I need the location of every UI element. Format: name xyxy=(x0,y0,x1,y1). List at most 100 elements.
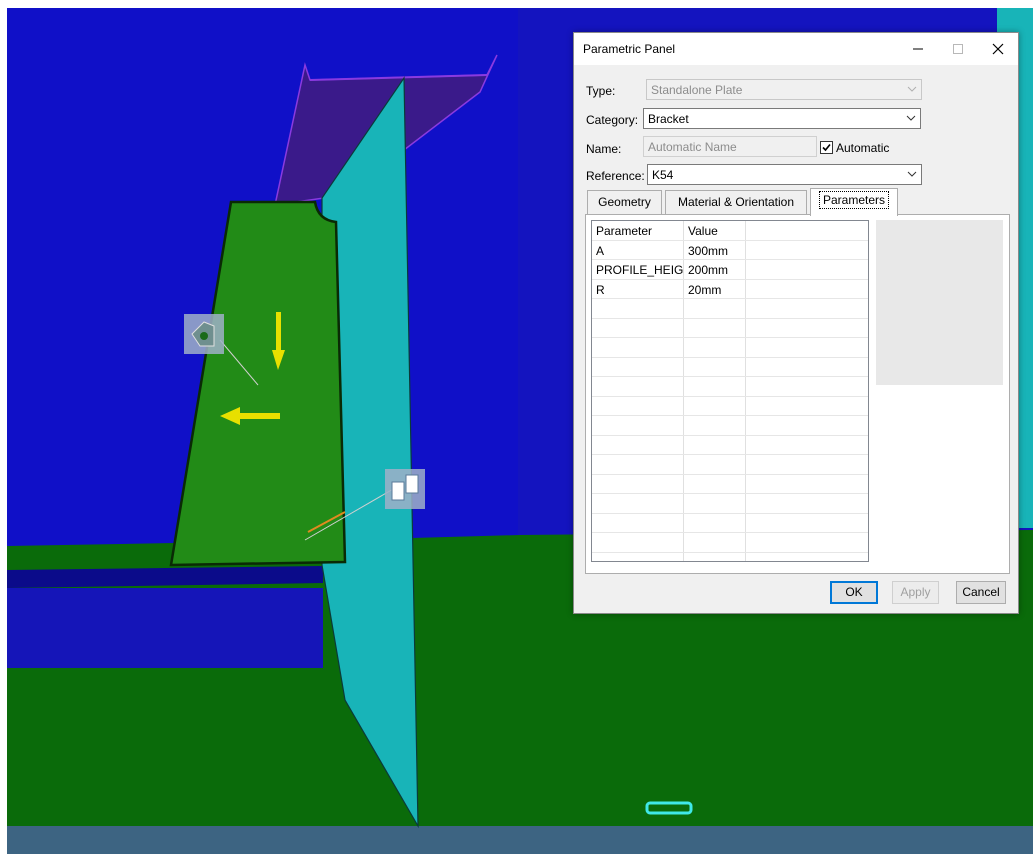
parametric-panel-dialog: Parametric Panel Type: Standalone Plate … xyxy=(573,32,1019,614)
empty-cell xyxy=(746,319,868,338)
empty-cell xyxy=(746,455,868,474)
empty-cell xyxy=(592,396,684,415)
value-cell[interactable]: 200mm xyxy=(684,260,746,279)
empty-cell xyxy=(684,377,746,396)
empty-cell xyxy=(592,533,684,552)
empty-cell xyxy=(592,318,684,337)
table-row-empty xyxy=(592,552,868,562)
ok-button[interactable]: OK xyxy=(830,581,878,604)
reference-select[interactable]: K54 xyxy=(647,164,922,185)
table-row-empty xyxy=(592,357,868,377)
plate-handle-icon xyxy=(385,469,425,509)
cancel-button[interactable]: Cancel xyxy=(956,581,1006,604)
close-icon xyxy=(992,43,1004,55)
category-select[interactable]: Bracket xyxy=(643,108,921,129)
parameters-table[interactable]: Parameter Value A 300mm PROFILE_HEIG... … xyxy=(591,220,869,562)
table-row[interactable]: A 300mm xyxy=(592,240,868,260)
empty-cell xyxy=(684,318,746,337)
empty-cell xyxy=(746,494,868,513)
name-label: Name: xyxy=(586,142,622,156)
side-preview-pane xyxy=(876,220,1003,385)
table-row-empty xyxy=(592,435,868,455)
dialog-title: Parametric Panel xyxy=(583,42,676,56)
empty-cell xyxy=(592,299,684,318)
apply-button[interactable]: Apply xyxy=(892,581,939,604)
maximize-button xyxy=(938,33,978,65)
parameter-cell: A xyxy=(592,240,684,259)
empty-cell xyxy=(684,338,746,357)
empty-cell xyxy=(746,299,868,318)
empty-cell xyxy=(592,552,684,561)
column-header-empty xyxy=(746,221,868,240)
empty-cell xyxy=(746,514,868,533)
title-bar[interactable]: Parametric Panel xyxy=(574,33,1018,65)
minimize-button[interactable] xyxy=(898,33,938,65)
table-row-empty xyxy=(592,494,868,514)
automatic-checkbox[interactable] xyxy=(820,141,833,154)
chevron-down-icon xyxy=(907,171,917,177)
empty-cell xyxy=(746,377,868,396)
value-cell[interactable]: 20mm xyxy=(684,279,746,298)
empty-cell xyxy=(592,416,684,435)
tab-material-orientation[interactable]: Material & Orientation xyxy=(665,190,807,214)
close-button[interactable] xyxy=(978,33,1018,65)
empty-cell xyxy=(592,474,684,493)
empty-cell xyxy=(592,338,684,357)
type-label: Type: xyxy=(586,84,616,98)
table-row-empty xyxy=(592,318,868,338)
category-value: Bracket xyxy=(648,112,689,126)
empty-cell xyxy=(746,358,868,377)
empty-cell xyxy=(746,397,868,416)
table-row-empty xyxy=(592,396,868,416)
chevron-down-icon xyxy=(907,86,917,92)
table-row-empty xyxy=(592,299,868,319)
column-header-value[interactable]: Value xyxy=(684,221,746,240)
empty-cell xyxy=(684,357,746,376)
table-header: Parameter Value xyxy=(592,221,868,241)
table-row-empty xyxy=(592,533,868,553)
empty-cell xyxy=(592,513,684,532)
type-value: Standalone Plate xyxy=(651,83,743,97)
empty-cell xyxy=(746,338,868,357)
tab-parameters-label: Parameters xyxy=(818,191,890,209)
maximize-icon xyxy=(953,44,963,54)
empty-cell xyxy=(746,533,868,552)
table-row-empty xyxy=(592,416,868,436)
empty-cell xyxy=(684,552,746,561)
table-row-empty xyxy=(592,474,868,494)
name-value: Automatic Name xyxy=(648,140,737,154)
tab-material-orientation-label: Material & Orientation xyxy=(677,195,795,209)
empty-cell xyxy=(592,357,684,376)
empty-cell xyxy=(592,494,684,513)
tab-geometry[interactable]: Geometry xyxy=(587,190,662,214)
empty-cell xyxy=(746,475,868,494)
reference-label: Reference: xyxy=(586,169,645,183)
type-select: Standalone Plate xyxy=(646,79,922,100)
empty-cell xyxy=(746,280,868,299)
table-row-empty xyxy=(592,455,868,475)
parameter-cell: R xyxy=(592,279,684,298)
parameter-cell: PROFILE_HEIG... xyxy=(592,260,684,279)
empty-cell xyxy=(684,416,746,435)
empty-cell xyxy=(684,435,746,454)
empty-cell xyxy=(592,435,684,454)
empty-cell xyxy=(746,241,868,260)
empty-cell xyxy=(746,260,868,279)
empty-cell xyxy=(746,553,868,562)
table-row-empty xyxy=(592,377,868,397)
tab-geometry-label: Geometry xyxy=(598,195,651,209)
reference-value: K54 xyxy=(652,168,674,182)
column-header-parameter[interactable]: Parameter xyxy=(592,221,684,240)
table-row-empty xyxy=(592,338,868,358)
minimize-icon xyxy=(913,48,923,50)
empty-cell xyxy=(684,513,746,532)
category-label: Category: xyxy=(586,113,639,127)
name-field: Automatic Name xyxy=(643,136,817,157)
empty-cell xyxy=(684,533,746,552)
table-row[interactable]: R 20mm xyxy=(592,279,868,299)
empty-cell xyxy=(592,455,684,474)
value-cell[interactable]: 300mm xyxy=(684,240,746,259)
tab-parameters[interactable]: Parameters xyxy=(810,188,898,216)
empty-cell xyxy=(684,455,746,474)
table-row[interactable]: PROFILE_HEIG... 200mm xyxy=(592,260,868,280)
